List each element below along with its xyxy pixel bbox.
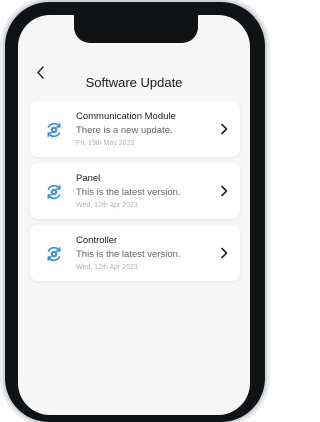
update-item-communication-module[interactable]: Communication Module There is a new upda…	[30, 101, 240, 157]
update-item-panel[interactable]: Panel This is the latest version. Wed, 1…	[30, 163, 240, 219]
update-cycle-icon	[47, 122, 61, 138]
update-item-status: This is the latest version.	[76, 187, 181, 198]
update-item-name: Controller	[76, 235, 118, 246]
phone-frame: Software Update Communication Module The…	[5, 2, 265, 422]
update-item-name: Panel	[76, 173, 101, 184]
app-screen: Software Update Communication Module The…	[18, 15, 250, 415]
update-item-controller[interactable]: Controller This is the latest version. W…	[30, 225, 240, 281]
update-item-date: Wed, 12th Apr 2023	[76, 202, 138, 209]
chevron-right-icon	[221, 123, 228, 135]
chevron-right-icon	[221, 185, 228, 197]
header: Software Update	[18, 15, 250, 100]
update-item-name: Communication Module	[76, 111, 176, 122]
update-item-date: Fri, 19th May 2023	[76, 140, 135, 147]
page-title: Software Update	[85, 75, 183, 90]
update-cycle-icon	[47, 246, 61, 262]
update-item-status: This is the latest version.	[76, 249, 181, 260]
update-cycle-icon	[47, 184, 61, 200]
update-item-date: Wed, 12th Apr 2023	[76, 264, 138, 271]
update-item-status: There is a new update.	[76, 125, 173, 136]
chevron-right-icon	[221, 247, 228, 259]
